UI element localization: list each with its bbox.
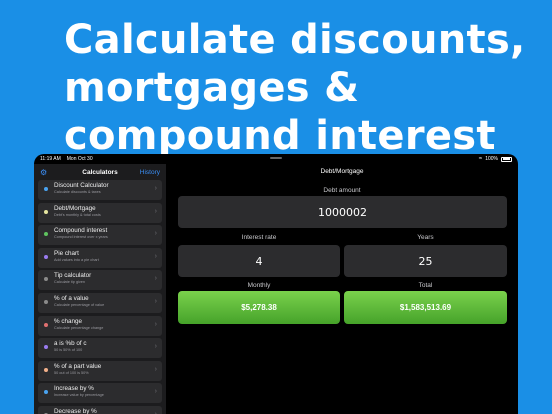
color-dot-icon: [44, 187, 48, 191]
color-dot-icon: [44, 277, 48, 282]
color-dot-icon: [44, 209, 48, 214]
interest-rate-label: Interest rate: [241, 234, 277, 241]
sidebar-item-label: Debt/Mortgage: [54, 204, 96, 212]
chevron-right-icon: ›: [154, 320, 157, 328]
sidebar-item-label: Compound interest: [54, 227, 108, 235]
color-dot-icon: [44, 367, 48, 372]
chevron-right-icon: ›: [154, 297, 157, 305]
sidebar-item-subtitle: Compound interest over x years: [54, 235, 108, 240]
color-dot-icon: [44, 232, 48, 237]
interest-rate-input[interactable]: 4: [178, 245, 340, 277]
sidebar-item-subtitle: Calculate percentage of value: [54, 302, 105, 307]
calculator-list: Discount Calculator Calculate discounts &…: [34, 180, 166, 414]
sidebar-item[interactable]: Increase by % Increase value by percentag…: [38, 383, 162, 404]
sidebar-item[interactable]: a is %b of c 50 is 50% of 100 ›: [38, 338, 162, 359]
sidebar: ⚙ Calculators History Discount Calculato…: [34, 164, 166, 414]
chevron-right-icon: ›: [154, 275, 157, 283]
sidebar-item-label: Tip calculator: [54, 272, 92, 280]
color-dot-icon: [44, 322, 48, 327]
chevron-right-icon: ›: [154, 252, 157, 260]
chevron-right-icon: ›: [154, 185, 157, 192]
sidebar-item-label: a is %b of c: [54, 340, 87, 348]
color-dot-icon: [44, 345, 48, 350]
sidebar-item[interactable]: Tip calculator Calculate tip given ›: [38, 270, 162, 291]
status-date: Mon Oct 30: [66, 156, 93, 162]
monthly-result: $5,278.38: [178, 291, 340, 324]
total-result: $1,583,513.69: [344, 291, 507, 324]
status-bar: 11:19 AM Mon Oct 30 ≈ 100%: [34, 154, 518, 164]
sidebar-item[interactable]: % change Calculate percentage change ›: [38, 315, 162, 336]
monthly-label: Monthly: [247, 282, 271, 289]
sidebar-item-subtitle: Add values into a pie chart: [54, 257, 99, 262]
sidebar-item-subtitle: 50 is 50% of 100: [54, 348, 83, 353]
color-dot-icon: [44, 299, 48, 304]
chevron-right-icon: ›: [154, 207, 157, 215]
sidebar-item-label: Increase by %: [54, 385, 94, 393]
sidebar-item-label: Decrease by %: [54, 407, 97, 414]
sidebar-item[interactable]: Decrease by %›: [38, 405, 162, 414]
history-button[interactable]: History: [140, 169, 160, 176]
total-label: Total: [418, 282, 433, 289]
headline-line-3: compound interest: [64, 113, 496, 159]
sidebar-item-subtitle: 50 out of 100 is 50%: [54, 370, 89, 375]
color-dot-icon: [44, 254, 48, 259]
debt-amount-label: Debt amount: [323, 187, 361, 194]
headline-line-2: mortgages &: [64, 65, 360, 111]
sidebar-item[interactable]: % of a value Calculate percentage of valu…: [38, 292, 162, 313]
chevron-right-icon: ›: [154, 388, 157, 396]
marketing-headline: Calculate discounts, mortgages & compoun…: [64, 16, 526, 160]
tablet-screen: 11:19 AM Mon Oct 30 ≈ 100% ⚙ Calculators…: [34, 154, 518, 414]
sidebar-item-label: % of a part value: [54, 362, 102, 370]
sidebar-item-label: % of a value: [54, 294, 89, 302]
sidebar-item-label: % change: [54, 317, 83, 325]
chevron-right-icon: ›: [154, 343, 157, 351]
debt-amount-input[interactable]: 1000002: [178, 196, 507, 228]
sidebar-header: ⚙ Calculators History: [34, 164, 166, 180]
wifi-icon: ≈: [478, 156, 483, 162]
color-dot-icon: [44, 390, 48, 395]
sidebar-item-subtitle: Increase value by percentage: [54, 393, 104, 398]
sidebar-item[interactable]: Compound interest Compound interest over …: [38, 225, 162, 246]
sidebar-item-subtitle: Debt's monthly & total costs: [54, 212, 101, 217]
sidebar-item-subtitle: Calculate tip given: [54, 280, 86, 285]
chevron-right-icon: ›: [154, 230, 157, 238]
sidebar-item-subtitle: Calculate discounts & taxes: [54, 190, 101, 194]
sidebar-item[interactable]: Pie chart Add values into a pie chart ›: [38, 247, 162, 268]
years-input[interactable]: 25: [344, 245, 507, 277]
chevron-right-icon: ›: [154, 365, 157, 373]
sidebar-item-subtitle: Calculate percentage change: [54, 325, 104, 330]
headline-line-1: Calculate discounts,: [64, 17, 526, 63]
sidebar-item[interactable]: Debt/Mortgage Debt's monthly & total cost…: [38, 202, 162, 223]
multitask-indicator[interactable]: [270, 155, 282, 161]
page-title: Debt/Mortgage: [320, 168, 364, 175]
sidebar-item-label: Pie chart: [54, 249, 79, 257]
battery-icon: [501, 156, 512, 162]
status-time: 11:19 AM: [40, 156, 61, 162]
battery-percent: 100%: [485, 156, 498, 162]
years-label: Years: [417, 234, 434, 241]
sidebar-item-label: Discount Calculator: [54, 182, 109, 189]
main-panel: Debt/Mortgage Debt amount 1000002 Intere…: [166, 164, 518, 414]
sidebar-item[interactable]: % of a part value 50 out of 100 is 50% ›: [38, 360, 162, 381]
sidebar-item[interactable]: Discount Calculator Calculate discounts &…: [38, 180, 162, 200]
